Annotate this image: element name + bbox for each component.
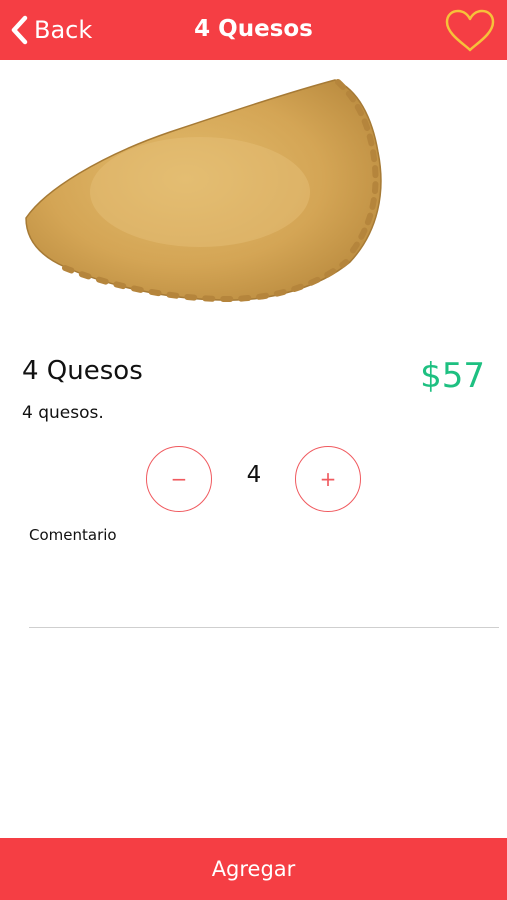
- product-price: $57: [420, 356, 485, 396]
- increase-quantity-button[interactable]: +: [295, 446, 361, 512]
- heart-outline-icon: [445, 9, 495, 52]
- product-detail-screen: Back 4 Quesos 4 Quesos $57 4 quesos. − 4…: [0, 0, 507, 900]
- product-description: 4 quesos.: [22, 403, 104, 423]
- minus-icon: −: [170, 467, 188, 491]
- quantity-value: 4: [246, 462, 262, 488]
- comment-label: Comentario: [29, 526, 117, 544]
- chevron-left-icon: [11, 15, 28, 45]
- top-bar: Back 4 Quesos: [0, 0, 507, 60]
- decrease-quantity-button[interactable]: −: [146, 446, 212, 512]
- back-button[interactable]: Back: [10, 12, 92, 48]
- back-label: Back: [34, 16, 93, 44]
- add-to-cart-button[interactable]: Agregar: [0, 838, 507, 900]
- favorite-button[interactable]: [444, 9, 496, 53]
- plus-icon: +: [319, 467, 337, 491]
- product-name: 4 Quesos: [22, 356, 143, 386]
- comment-input[interactable]: [29, 552, 499, 628]
- product-image: [25, 79, 382, 303]
